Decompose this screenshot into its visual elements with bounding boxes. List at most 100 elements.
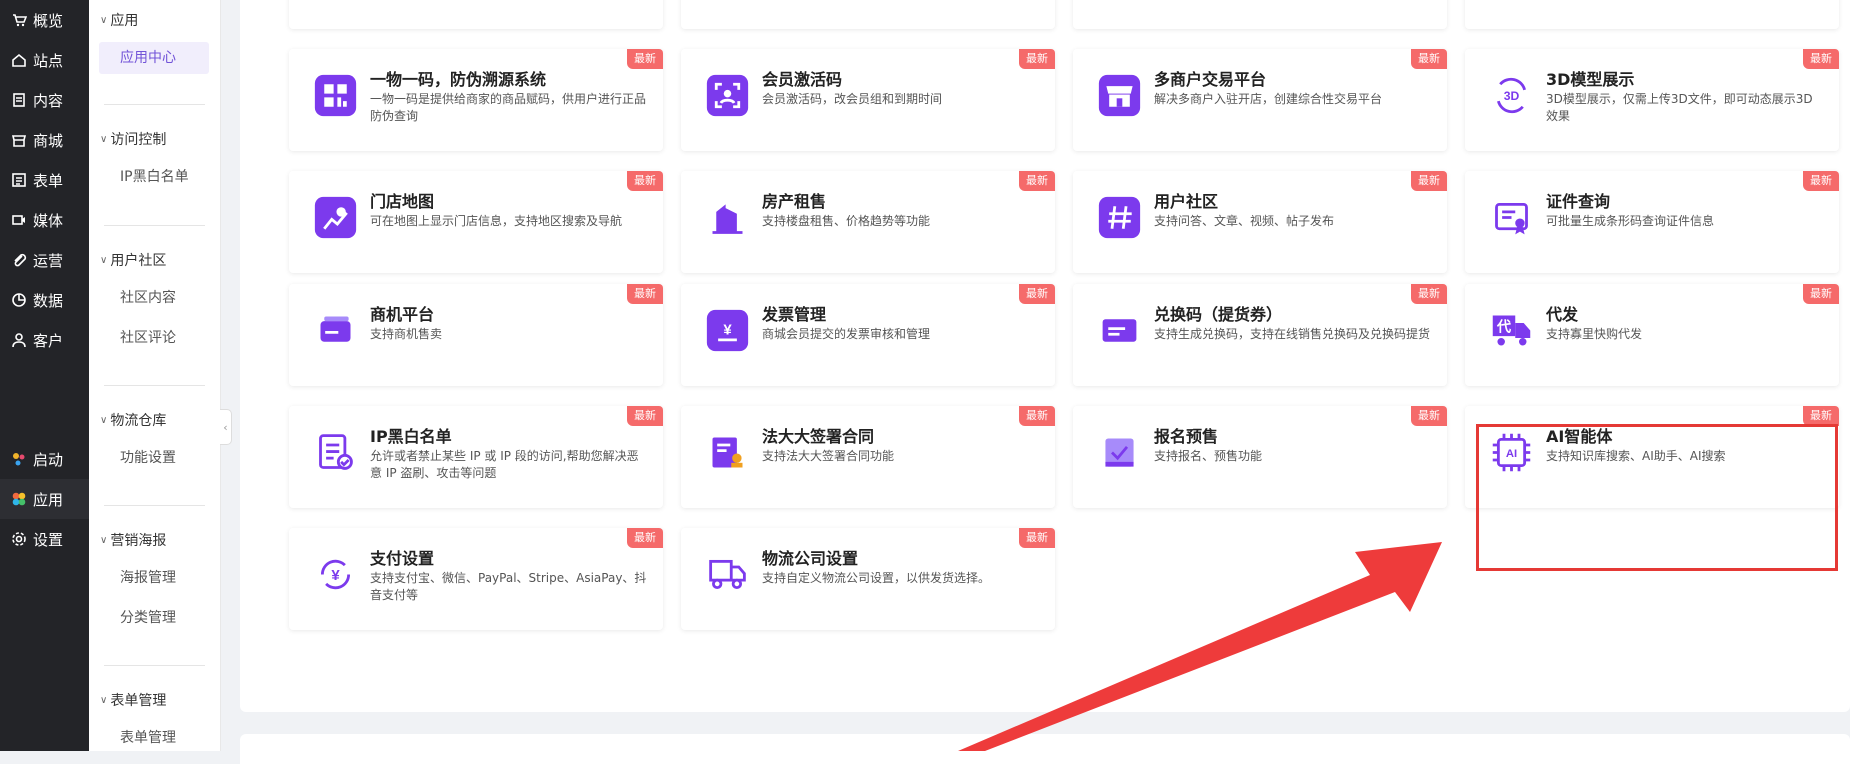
nav-item-label: 数据 <box>33 291 64 310</box>
subnav-group-title[interactable]: ∨ 访问控制 <box>100 129 166 149</box>
subnav-item[interactable]: 社区内容 <box>99 282 209 314</box>
app-card-title: 多商户交易平台 <box>1154 70 1267 89</box>
checklist-icon <box>313 430 358 475</box>
nav-bottom-item-2[interactable]: 设置 <box>0 519 89 559</box>
app-card-description: 会员激活码，改会员组和到期时间 <box>762 92 943 106</box>
subnav-group-label: 营销海报 <box>110 533 167 549</box>
subnav-group-label: 用户社区 <box>110 253 167 269</box>
nav-item-5[interactable]: 媒体 <box>0 200 89 240</box>
subnav-group-title[interactable]: ∨ 营销海报 <box>100 530 166 550</box>
app-card-title: 物流公司设置 <box>762 549 859 568</box>
ai-chip-icon: AI <box>1489 430 1534 475</box>
subnav-item[interactable]: 分类管理 <box>99 602 209 634</box>
nav-item-label: 表单 <box>33 171 64 190</box>
nav-item-6[interactable]: 运营 <box>0 240 89 280</box>
new-badge: 最新 <box>627 171 663 191</box>
new-badge: 最新 <box>627 284 663 304</box>
app-card-title: 兑换码（提货券） <box>1154 305 1283 324</box>
subnav-group-title[interactable]: ∨ 表单管理 <box>100 690 166 710</box>
app-card[interactable]: ¥ 支付设置 支持支付宝、微信、PayPal、Stripe、AsiaPay、抖音… <box>289 528 663 630</box>
subnav-item[interactable]: 社区评论 <box>99 322 209 354</box>
app-card[interactable]: 开启缓存加速之后，建站页面将启用我司研发的缓存技术，实现网站提速。 <box>681 0 1055 29</box>
subnav-item[interactable]: 海报管理 <box>99 562 209 594</box>
app-card-description: 一物一码是提供给商家的商品赋码，供用户进行正品防伪查询 <box>370 92 647 123</box>
app-card[interactable]: 会员激活码 会员激活码，改会员组和到期时间 最新 <box>681 49 1055 151</box>
app-card-title: 用户社区 <box>1154 192 1219 211</box>
svg-text:代: 代 <box>1496 318 1511 334</box>
app-card[interactable]: ¥ 发票管理 商城会员提交的发票审核和管理 最新 <box>681 284 1055 386</box>
subnav-group-label: 应用 <box>110 13 139 29</box>
subnav-item[interactable]: 表单管理 <box>99 722 209 754</box>
app-card[interactable]: AI AI智能体 支持知识库搜索、AI助手、AI搜索 最新 <box>1465 406 1839 508</box>
new-badge: 最新 <box>1019 528 1055 548</box>
nav-item-0[interactable]: 概览 <box>0 0 89 40</box>
new-badge: 最新 <box>1411 406 1447 426</box>
nav-item-7[interactable]: 数据 <box>0 280 89 320</box>
dropship-icon: 代 <box>1489 308 1534 353</box>
nav-item-label: 内容 <box>33 91 64 110</box>
subnav-group-label: 物流仓库 <box>110 413 167 429</box>
subnav-group-label: 表单管理 <box>110 693 167 709</box>
subnav-group-title[interactable]: ∨ 物流仓库 <box>100 410 166 430</box>
user-icon <box>12 333 26 348</box>
chevron-down-icon: ∨ <box>100 14 108 26</box>
app-card[interactable]: 法大大签署合同 支持法大大签署合同功能 最新 <box>681 406 1055 508</box>
gear-icon <box>12 532 26 546</box>
logistics-icon <box>705 552 750 597</box>
nav-item-1[interactable]: 站点 <box>0 40 89 80</box>
form-icon <box>12 173 26 187</box>
nav-item-2[interactable]: 内容 <box>0 80 89 120</box>
nav-bottom-item-1[interactable]: 应用 <box>0 479 89 519</box>
subnav-divider <box>104 385 205 386</box>
store-icon <box>1097 73 1142 118</box>
cart-icon <box>13 14 27 27</box>
app-card-description: 开启缓存加速之后，建站页面将启用我司研发的缓存技术，实现网站提速。 <box>762 0 1040 3</box>
app-card-title: 房产租售 <box>762 192 827 211</box>
subnav-group-title[interactable]: ∨ 应用 <box>100 10 138 30</box>
app-card[interactable]: 兑换码（提货券） 支持生成兑换码，支持在线销售兑换码及兑换码提货 最新 <box>1073 284 1447 386</box>
app-card[interactable]: 门店地图 可在地图上显示门店信息，支持地区搜索及导航 最新 <box>289 171 663 273</box>
nav-item-label: 运营 <box>33 251 64 270</box>
app-card-description: 支持楼盘租售、价格趋势等功能 <box>762 214 931 228</box>
app-card[interactable]: 多商户交易平台 解决多商户入驻开店，创建综合性交易平台 最新 <box>1073 49 1447 151</box>
app-card[interactable]: 3D 3D模型展示 3D模型展示，仅需上传3D文件，即可动态展示3D效果 最新 <box>1465 49 1839 151</box>
app-card[interactable]: 支持会员提交工单咨询，可设置工单状态和自定义提交工单字段 <box>289 0 663 29</box>
chevron-left-icon: ‹ <box>223 420 228 434</box>
map-pin-icon <box>313 195 358 240</box>
app-card[interactable]: 房产租售 支持楼盘租售、价格趋势等功能 最新 <box>681 171 1055 273</box>
app-card[interactable]: 一物一码，防伪溯源系统 一物一码是提供给商家的商品赋码，供用户进行正品防伪查询 … <box>289 49 663 151</box>
building-icon <box>705 195 750 240</box>
subnav-item[interactable]: IP黑白名单 <box>99 161 209 193</box>
new-badge: 最新 <box>1019 171 1055 191</box>
app-card[interactable]: 国内合物流中转 <box>1465 0 1839 29</box>
subnav-item[interactable]: 功能设置 <box>99 442 209 474</box>
app-card-description: 支持法大大签署合同功能 <box>762 449 895 463</box>
app-card-description: 3D模型展示，仅需上传3D文件，即可动态展示3D效果 <box>1546 92 1813 123</box>
app-card-description: 支持生成兑换码，支持在线销售兑换码及兑换码提货 <box>1154 327 1431 341</box>
app-card[interactable]: 报名预售 支持报名、预售功能 最新 <box>1073 406 1447 508</box>
app-card[interactable]: 物流公司设置 支持自定义物流公司设置，以供发货选择。 最新 <box>681 528 1055 630</box>
subnav-divider <box>104 104 205 105</box>
nav-item-4[interactable]: 表单 <box>0 160 89 200</box>
app-card[interactable]: 用户社区 支持问答、文章、视频、帖子发布 最新 <box>1073 171 1447 273</box>
new-badge: 最新 <box>1411 284 1447 304</box>
subnav-item[interactable]: 应用中心 <box>99 42 209 74</box>
chevron-down-icon: ∨ <box>100 694 108 706</box>
nav-item-3[interactable]: 商城 <box>0 120 89 160</box>
subnav-group-title[interactable]: ∨ 用户社区 <box>100 250 166 270</box>
app-card[interactable]: 证件查询 可批量生成条形码查询证件信息 最新 <box>1465 171 1839 273</box>
app-card[interactable]: 支持竞价拍卖业务 <box>1073 0 1447 29</box>
app-card-description: 支持会员提交工单咨询，可设置工单状态和自定义提交工单字段 <box>370 0 648 3</box>
nav-item-label: 概览 <box>33 11 64 30</box>
nav-bottom-item-0[interactable]: 启动 <box>0 439 89 479</box>
nav-item-label: 设置 <box>33 530 64 549</box>
new-badge: 最新 <box>1019 49 1055 69</box>
new-badge: 最新 <box>627 528 663 548</box>
app-card[interactable]: IP黑白名单 允许或者禁止某些 IP 或 IP 段的访问,帮助您解决恶意 IP … <box>289 406 663 508</box>
app-card[interactable]: 代 代发 支持寡里快购代发 最新 <box>1465 284 1839 386</box>
nav-item-label: 启动 <box>33 450 64 469</box>
app-card[interactable]: 商机平台 支持商机售卖 最新 <box>289 284 663 386</box>
nav-item-8[interactable]: 客户 <box>0 320 89 360</box>
collapse-sidebar-button[interactable]: ‹ <box>220 409 232 445</box>
app-center-panel: 支持会员提交工单咨询，可设置工单状态和自定义提交工单字段 开启缓存加速之后，建站… <box>240 0 1850 712</box>
